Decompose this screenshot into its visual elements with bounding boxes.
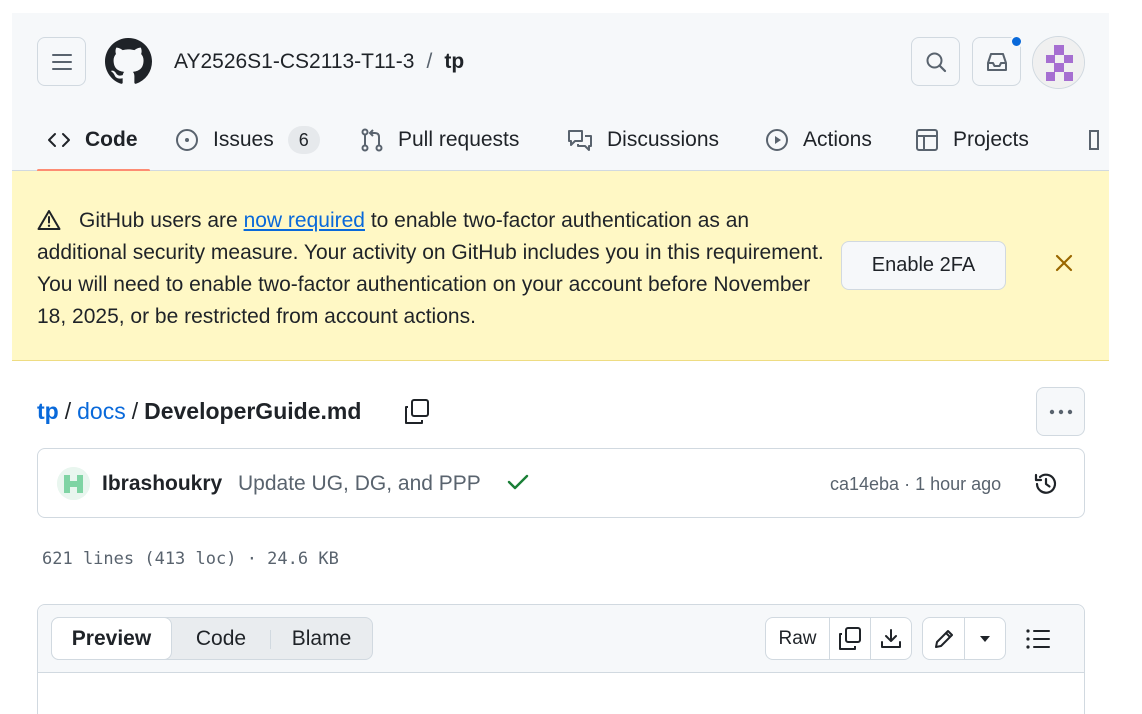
commit-meta: ca14eba · 1 hour ago — [830, 472, 1001, 496]
tab-overflow-partial[interactable] — [1087, 109, 1109, 171]
commit-sha-link[interactable]: ca14eba — [830, 474, 899, 494]
edit-options-dropdown[interactable] — [964, 618, 1005, 659]
author-avatar[interactable] — [57, 467, 90, 500]
tab-projects[interactable]: Projects — [915, 109, 1029, 171]
open-menu-button[interactable] — [37, 37, 86, 86]
latest-commit-box: Ibrashoukry Update UG, DG, and PPP ca14e… — [37, 448, 1085, 518]
code-mode-button[interactable]: Code — [172, 618, 270, 659]
copy-raw-button[interactable] — [829, 618, 870, 659]
commit-time[interactable]: 1 hour ago — [915, 474, 1001, 494]
check-icon[interactable] — [507, 473, 529, 491]
identicon-avatar-icon — [1033, 37, 1084, 88]
commit-author-link[interactable]: Ibrashoukry — [102, 470, 222, 498]
search-button[interactable] — [911, 37, 960, 86]
user-avatar-button[interactable] — [1032, 36, 1085, 89]
tab-label: Projects — [953, 128, 1029, 151]
banner-message: GitHub users are now required to enable … — [37, 205, 827, 333]
play-icon — [766, 129, 788, 151]
meta-dot: · — [904, 474, 911, 494]
issue-opened-icon — [176, 129, 198, 151]
close-icon — [1055, 254, 1073, 272]
tab-actions[interactable]: Actions — [765, 109, 872, 171]
more-options-button[interactable] — [1036, 387, 1085, 436]
file-viewer-toolbar: Preview Code Blame Raw — [38, 605, 1084, 673]
view-mode-toggle: Preview Code Blame — [51, 617, 373, 660]
copy-icon — [839, 626, 861, 650]
repo-breadcrumb: AY2526S1-CS2113-T11-3 / tp — [174, 48, 464, 76]
repo-owner-link[interactable]: AY2526S1-CS2113-T11-3 — [174, 50, 414, 73]
search-icon — [926, 52, 946, 72]
tab-pull-requests[interactable]: Pull requests — [360, 109, 519, 171]
raw-actions-group: Raw — [765, 617, 912, 660]
alert-icon — [37, 210, 61, 230]
breadcrumb-folder-link[interactable]: docs — [77, 398, 126, 424]
file-stats: 621 lines (413 loc) · 24.6 KB — [42, 549, 339, 569]
code-icon — [48, 133, 70, 147]
copy-icon — [405, 399, 429, 424]
edit-actions-group — [922, 617, 1006, 660]
book-icon — [1089, 130, 1099, 150]
github-logo-icon[interactable] — [105, 38, 152, 85]
breadcrumb-repo-link[interactable]: tp — [37, 398, 59, 424]
tab-label: Actions — [803, 128, 872, 151]
git-pull-request-icon — [361, 128, 383, 152]
two-factor-banner: GitHub users are now required to enable … — [12, 171, 1109, 361]
tab-issues[interactable]: Issues 6 — [175, 109, 320, 171]
breadcrumb-file-name: DeveloperGuide.md — [144, 398, 362, 424]
file-viewer: Preview Code Blame Raw — [37, 604, 1085, 714]
triangle-down-icon — [980, 635, 990, 642]
github-file-page: AY2526S1-CS2113-T11-3/tp Code Issues 6 P… — [12, 13, 1109, 714]
comment-discussion-icon — [568, 130, 592, 151]
banner-text-before: GitHub users are — [79, 209, 244, 232]
outline-button[interactable] — [1022, 623, 1054, 655]
preview-mode-button[interactable]: Preview — [51, 617, 172, 660]
history-icon[interactable] — [1033, 471, 1059, 497]
pencil-icon — [934, 629, 953, 648]
path-separator: / — [426, 50, 433, 73]
tab-code[interactable]: Code — [37, 109, 149, 172]
unread-notification-dot — [1010, 35, 1023, 48]
hamburger-icon — [51, 53, 72, 70]
issues-count-badge: 6 — [287, 126, 320, 154]
repo-name-link[interactable]: tp — [444, 50, 464, 73]
download-icon — [881, 628, 901, 648]
tab-label: Discussions — [607, 128, 720, 151]
commit-message-link[interactable]: Update UG, DG, and PPP — [238, 470, 481, 498]
file-breadcrumb: tp / docs / DeveloperGuide.md — [37, 396, 361, 426]
app-header: AY2526S1-CS2113-T11-3 / tp Code Issues 6 P… — [12, 13, 1109, 172]
copy-path-button[interactable] — [402, 397, 432, 427]
enable-2fa-button[interactable]: Enable 2FA — [841, 241, 1006, 290]
edit-file-button[interactable] — [923, 618, 964, 659]
breadcrumb-separator: / — [64, 398, 72, 424]
breadcrumb-separator: / — [131, 398, 139, 424]
tab-label: Code — [85, 128, 138, 151]
identicon-avatar-icon — [57, 467, 90, 500]
blame-mode-button[interactable]: Blame — [271, 618, 372, 659]
raw-button[interactable]: Raw — [766, 618, 829, 659]
tab-discussions[interactable]: Discussions — [567, 109, 719, 171]
download-raw-button[interactable] — [870, 618, 911, 659]
inbox-icon — [986, 52, 1007, 71]
now-required-link[interactable]: now required — [244, 209, 365, 232]
tab-label: Pull requests — [398, 128, 520, 151]
table-icon — [916, 129, 938, 151]
tab-label: Issues — [213, 128, 274, 151]
kebab-horizontal-icon — [1049, 409, 1072, 414]
dismiss-banner-button[interactable] — [1052, 251, 1076, 275]
list-unordered-icon — [1026, 629, 1050, 649]
